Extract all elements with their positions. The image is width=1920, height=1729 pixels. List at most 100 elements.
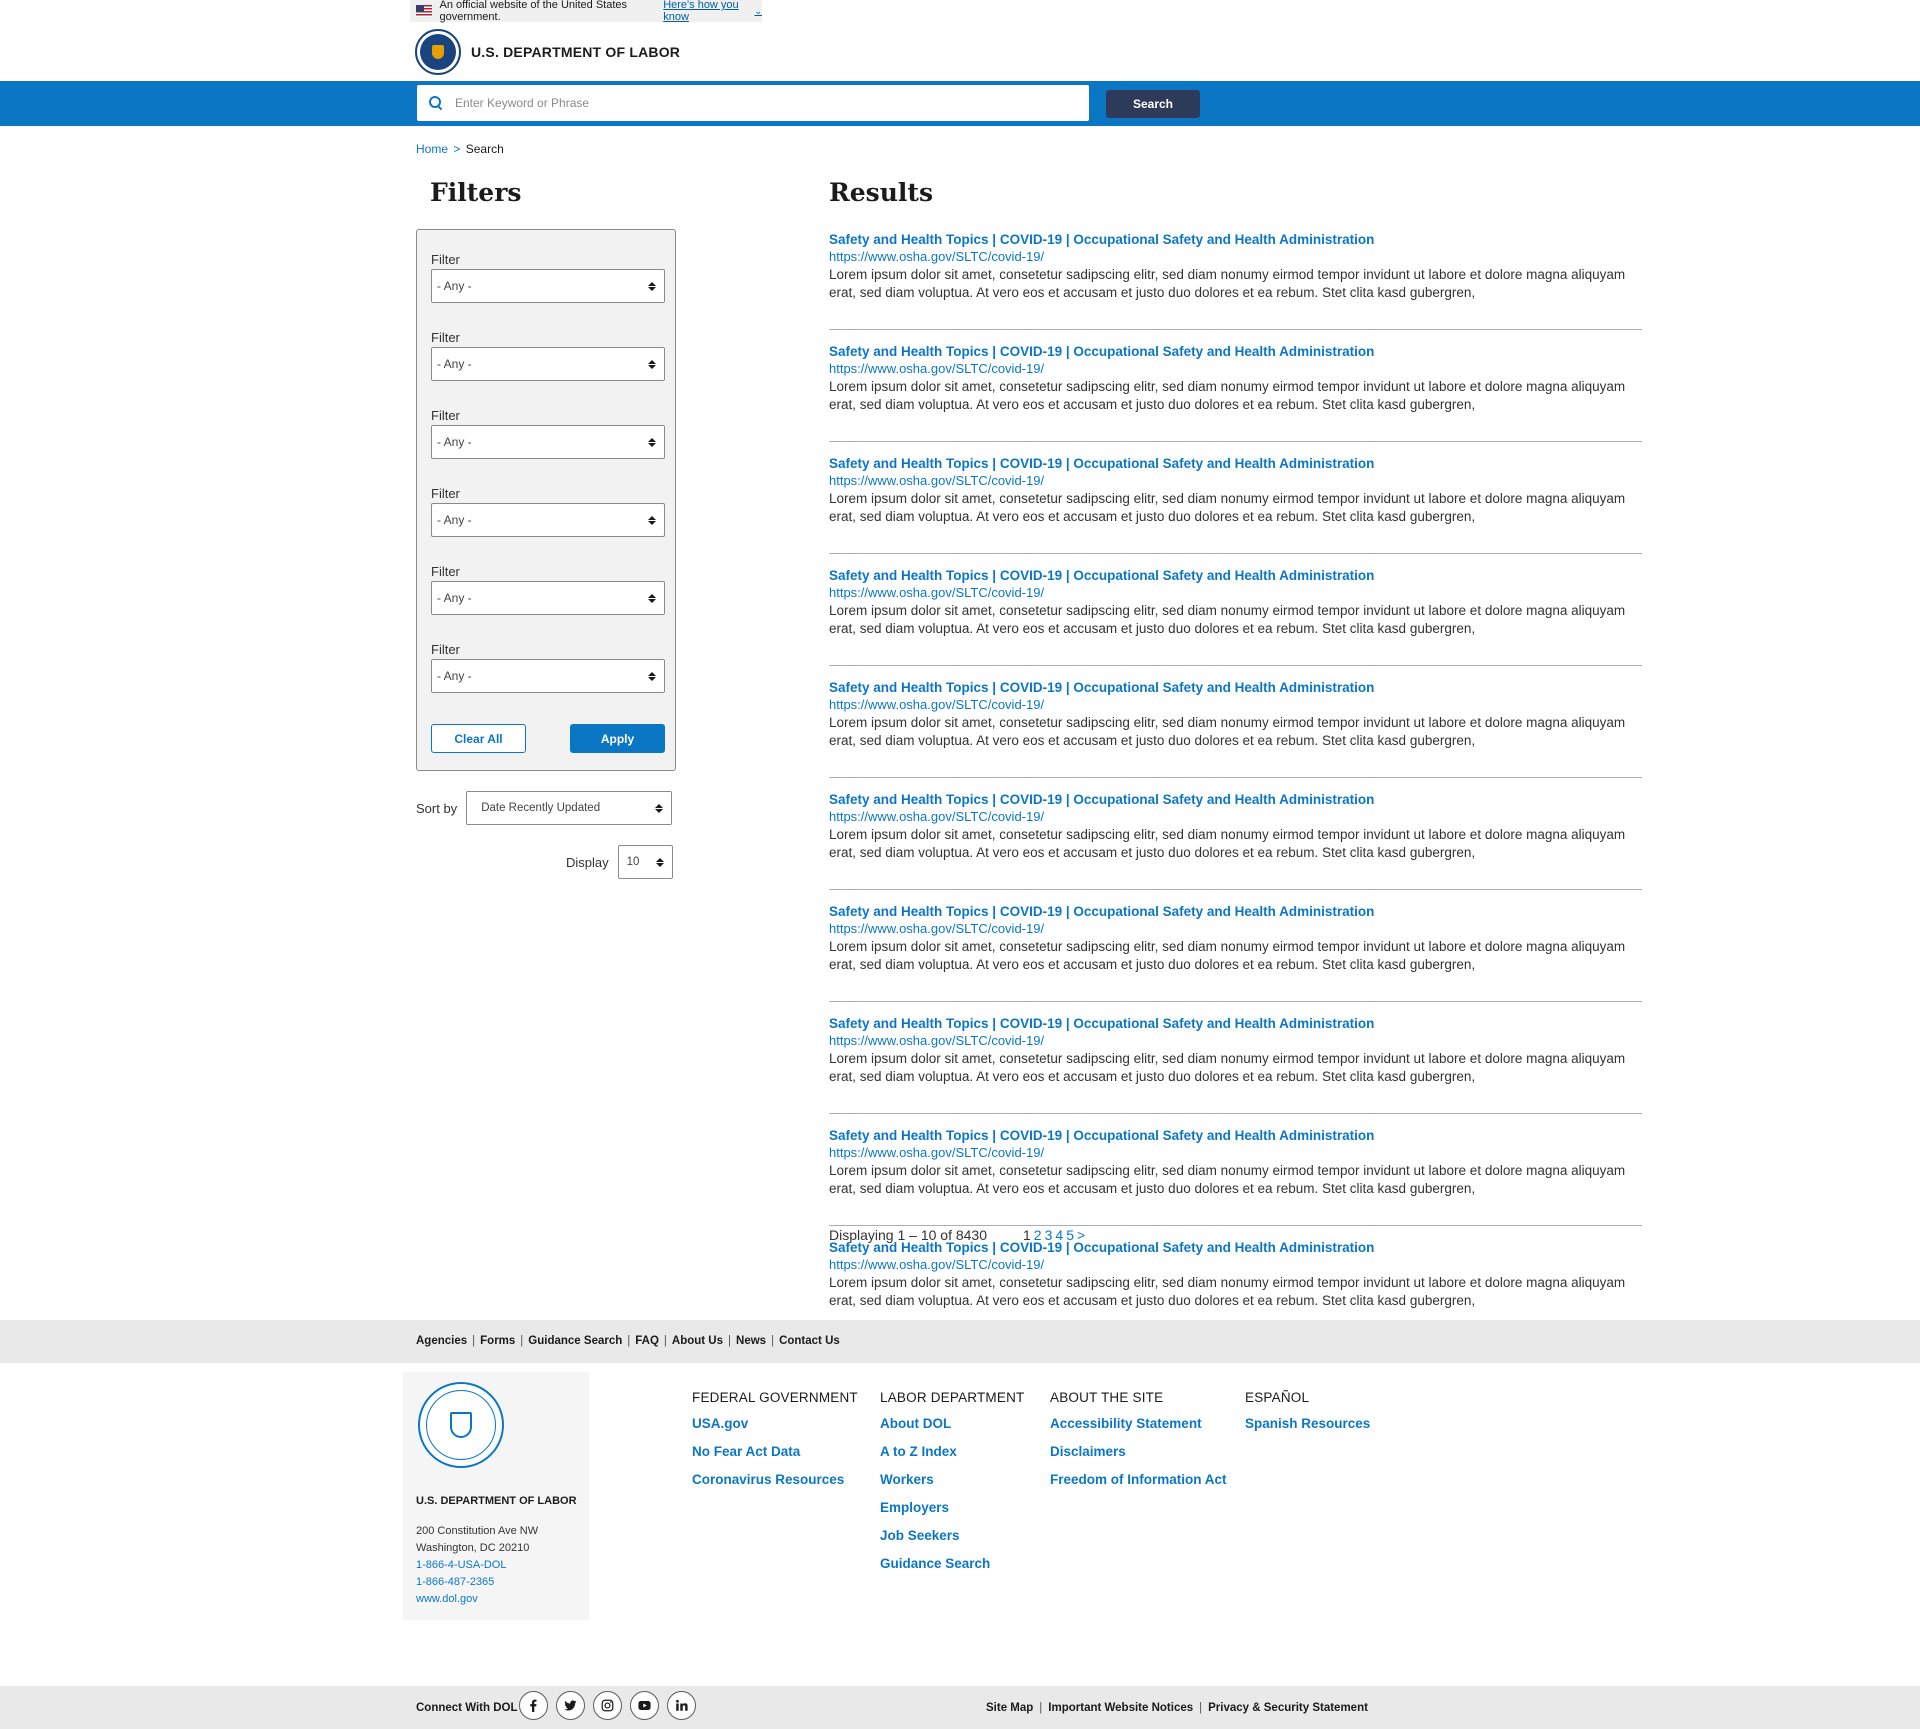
footer-website-link[interactable]: www.dol.gov: [416, 1593, 478, 1605]
page-link-3[interactable]: 3: [1045, 1227, 1053, 1243]
footer-link[interactable]: Guidance Search: [880, 1555, 1024, 1573]
page-next-link[interactable]: >: [1077, 1227, 1085, 1243]
footer-link[interactable]: USA.gov: [692, 1415, 858, 1433]
filter-select[interactable]: - Any -: [431, 503, 665, 537]
divider: |: [728, 1335, 732, 1347]
search-button[interactable]: Search: [1106, 90, 1200, 118]
footer-link[interactable]: Accessibility Statement: [1050, 1415, 1227, 1433]
footer-column-heading: ESPAÑOL: [1245, 1390, 1310, 1405]
connect-label: Connect With DOL: [416, 1702, 518, 1714]
footer-link[interactable]: Spanish Resources: [1245, 1415, 1370, 1433]
filter-group: Filter - Any -: [431, 330, 665, 381]
breadcrumb-separator: >: [453, 142, 461, 156]
result-title-link[interactable]: Safety and Health Topics | COVID-19 | Oc…: [829, 791, 1642, 808]
result-url-link[interactable]: https://www.osha.gov/SLTC/covid-19/: [829, 1144, 1642, 1162]
footer-link[interactable]: Employers: [880, 1499, 1024, 1517]
result-description: Lorem ipsum dolor sit amet, consetetur s…: [829, 491, 1626, 524]
result-url-link[interactable]: https://www.osha.gov/SLTC/covid-19/: [829, 696, 1642, 714]
filter-label: Filter: [431, 486, 460, 501]
footer-nav-guidance-search[interactable]: Guidance Search: [528, 1335, 622, 1347]
footer-contact-card: U.S. DEPARTMENT OF LABOR 200 Constitutio…: [403, 1372, 589, 1620]
linkedin-icon[interactable]: [667, 1691, 696, 1720]
result-url-link[interactable]: https://www.osha.gov/SLTC/covid-19/: [829, 584, 1642, 602]
footer-column-espanol: ESPAÑOL Spanish Resources: [1245, 1390, 1370, 1443]
breadcrumb-home-link[interactable]: Home: [416, 142, 448, 156]
footer-link[interactable]: Job Seekers: [880, 1527, 1024, 1545]
result-title-link[interactable]: Safety and Health Topics | COVID-19 | Oc…: [829, 343, 1642, 360]
filter-select[interactable]: - Any -: [431, 581, 665, 615]
footer-link[interactable]: No Fear Act Data: [692, 1443, 858, 1461]
footer-link[interactable]: Freedom of Information Act: [1050, 1471, 1227, 1489]
page-link-4[interactable]: 4: [1055, 1227, 1063, 1243]
footer-link[interactable]: A to Z Index: [880, 1443, 1024, 1461]
result-title-link[interactable]: Safety and Health Topics | COVID-19 | Oc…: [829, 679, 1642, 696]
filter-panel: Filter - Any - Filter - Any - Filter - A…: [416, 229, 676, 771]
result-url-link[interactable]: https://www.osha.gov/SLTC/covid-19/: [829, 248, 1642, 266]
filter-select[interactable]: - Any -: [431, 659, 665, 693]
select-arrows-icon: [655, 802, 664, 814]
result-title-link[interactable]: Safety and Health Topics | COVID-19 | Oc…: [829, 231, 1642, 248]
filter-select-value: - Any -: [437, 279, 472, 293]
footer-phone-1-link[interactable]: 1-866-4-USA-DOL: [416, 1559, 506, 1571]
gov-banner: An official website of the United States…: [410, 0, 762, 23]
result-url-link[interactable]: https://www.osha.gov/SLTC/covid-19/: [829, 360, 1642, 378]
page-link-5[interactable]: 5: [1066, 1227, 1074, 1243]
result-title-link[interactable]: Safety and Health Topics | COVID-19 | Oc…: [829, 455, 1642, 472]
footer-link[interactable]: Disclaimers: [1050, 1443, 1227, 1461]
search-band: Search: [0, 81, 1920, 126]
result-description: Lorem ipsum dolor sit amet, consetetur s…: [829, 1275, 1626, 1308]
footer-link[interactable]: Workers: [880, 1471, 1024, 1489]
result-title-link[interactable]: Safety and Health Topics | COVID-19 | Oc…: [829, 903, 1642, 920]
filter-select[interactable]: - Any -: [431, 347, 665, 381]
heres-how-you-know-link[interactable]: Here's how you know ⌄: [663, 0, 762, 23]
clear-all-button[interactable]: Clear All: [431, 724, 526, 753]
footer-nav-news[interactable]: News: [736, 1335, 766, 1347]
page-link-2[interactable]: 2: [1034, 1227, 1042, 1243]
search-input[interactable]: [455, 88, 1075, 118]
filter-label: Filter: [431, 330, 460, 345]
display-select[interactable]: 10: [617, 845, 673, 879]
footer-link[interactable]: Coronavirus Resources: [692, 1471, 858, 1489]
result-url-link[interactable]: https://www.osha.gov/SLTC/covid-19/: [829, 472, 1642, 490]
filter-group: Filter - Any -: [431, 408, 665, 459]
gov-banner-text: An official website of the United States…: [439, 0, 628, 23]
apply-button[interactable]: Apply: [570, 724, 665, 753]
sort-select[interactable]: Date Recently Updated: [466, 791, 673, 825]
result-url-link[interactable]: https://www.osha.gov/SLTC/covid-19/: [829, 808, 1642, 826]
footer-link[interactable]: About DOL: [880, 1415, 1024, 1433]
page-current: 1: [1023, 1227, 1031, 1243]
footer-nav-about-us[interactable]: About Us: [672, 1335, 723, 1347]
result-title-link[interactable]: Safety and Health Topics | COVID-19 | Oc…: [829, 1127, 1642, 1144]
site-map-link[interactable]: Site Map: [986, 1702, 1033, 1714]
select-arrows-icon: [648, 358, 656, 370]
agency-name-link[interactable]: U.S. DEPARTMENT OF LABOR: [471, 44, 680, 60]
filter-select[interactable]: - Any -: [431, 269, 665, 303]
result-url-link[interactable]: https://www.osha.gov/SLTC/covid-19/: [829, 1032, 1642, 1050]
filter-select-value: - Any -: [437, 357, 472, 371]
result-title-link[interactable]: Safety and Health Topics | COVID-19 | Oc…: [829, 1015, 1642, 1032]
footer-nav-forms[interactable]: Forms: [480, 1335, 515, 1347]
result-description: Lorem ipsum dolor sit amet, consetetur s…: [829, 715, 1626, 748]
result-description: Lorem ipsum dolor sit amet, consetetur s…: [829, 603, 1626, 636]
dol-seal-logo[interactable]: [415, 29, 461, 75]
footer-phone-2-link[interactable]: 1-866-487-2365: [416, 1576, 494, 1588]
footer-nav-contact-us[interactable]: Contact Us: [779, 1335, 840, 1347]
result-url-link[interactable]: https://www.osha.gov/SLTC/covid-19/: [829, 920, 1642, 938]
twitter-icon[interactable]: [556, 1691, 585, 1720]
footer-column-heading: ABOUT THE SITE: [1050, 1390, 1164, 1405]
filter-label: Filter: [431, 408, 460, 423]
result-url-link[interactable]: https://www.osha.gov/SLTC/covid-19/: [829, 1256, 1642, 1274]
filter-label: Filter: [431, 564, 460, 579]
footer-column-heading: FEDERAL GOVERNMENT: [692, 1390, 858, 1405]
youtube-icon[interactable]: [630, 1691, 659, 1720]
facebook-icon[interactable]: [519, 1691, 548, 1720]
footer-nav-agencies[interactable]: Agencies: [416, 1335, 467, 1347]
seal-ring: [426, 1390, 496, 1460]
footer-nav-faq[interactable]: FAQ: [635, 1335, 659, 1347]
important-notices-link[interactable]: Important Website Notices: [1048, 1702, 1193, 1714]
privacy-statement-link[interactable]: Privacy & Security Statement: [1208, 1702, 1368, 1714]
instagram-icon[interactable]: [593, 1691, 622, 1720]
filter-select[interactable]: - Any -: [431, 425, 665, 459]
result-title-link[interactable]: Safety and Health Topics | COVID-19 | Oc…: [829, 567, 1642, 584]
divider: |: [472, 1335, 476, 1347]
